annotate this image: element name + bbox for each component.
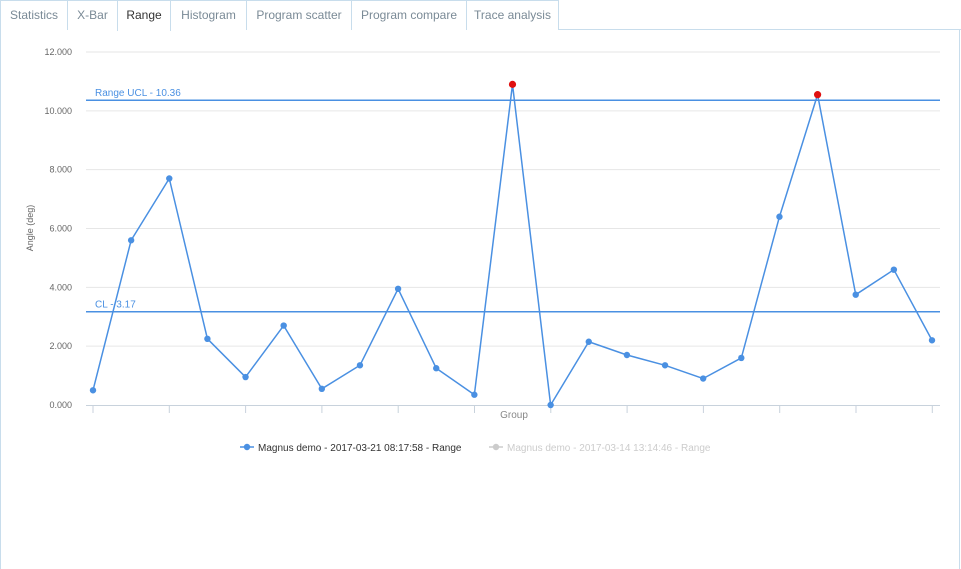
- data-point[interactable]: [928, 337, 936, 344]
- data-point[interactable]: [699, 375, 707, 382]
- data-point[interactable]: [547, 401, 554, 409]
- data-point[interactable]: [776, 213, 783, 220]
- data-point[interactable]: [127, 237, 135, 244]
- y-tick-label: 10.000: [44, 106, 72, 116]
- y-tick-label: 12.000: [44, 47, 72, 57]
- data-point[interactable]: [890, 266, 898, 273]
- legend-item-series-2[interactable]: Magnus demo - 2017-03-14 13:14:46 - Rang…: [507, 443, 711, 454]
- data-point[interactable]: [585, 338, 592, 345]
- data-point[interactable]: [394, 285, 402, 293]
- range-chart: 0.000 2.000 4.000 6.000 8.000 10.000 12.000 An…: [25, 47, 940, 454]
- data-point[interactable]: [623, 351, 631, 359]
- y-axis-label: Angle (deg): [25, 205, 35, 252]
- y-axis-ticks: 0.000 2.000 4.000 6.000 8.000 10.000 12.000: [44, 47, 72, 410]
- data-point[interactable]: [204, 335, 211, 343]
- data-point[interactable]: [242, 373, 249, 381]
- data-point[interactable]: [89, 387, 97, 394]
- y-tick-label: 4.000: [49, 282, 72, 292]
- grid-lines: [86, 51, 940, 347]
- y-tick-label: 6.000: [49, 224, 72, 234]
- legend-swatch-marker: [492, 443, 500, 451]
- legend: Magnus demo - 2017-03-21 08:17:58 - Rang…: [240, 443, 711, 454]
- y-tick-label: 0.000: [49, 400, 72, 410]
- y-tick-label: 2.000: [49, 341, 72, 351]
- legend-swatch-marker: [243, 443, 251, 451]
- control-lines: Range UCL - 10.36CL - 3.17: [86, 88, 940, 313]
- y-tick-label: 8.000: [49, 165, 72, 175]
- legend-item-series-1[interactable]: Magnus demo - 2017-03-21 08:17:58 - Rang…: [258, 443, 462, 454]
- data-point[interactable]: [852, 291, 859, 298]
- data-point[interactable]: [356, 362, 364, 369]
- x-axis-label: Group: [500, 410, 528, 421]
- data-point[interactable]: [433, 365, 440, 372]
- data-point[interactable]: [166, 175, 173, 182]
- out-of-control-point[interactable]: [508, 80, 517, 88]
- series-layer: [89, 80, 936, 409]
- out-of-control-point[interactable]: [813, 91, 822, 99]
- data-point[interactable]: [661, 362, 669, 369]
- series-line: [92, 83, 933, 406]
- data-point[interactable]: [738, 354, 745, 362]
- data-point[interactable]: [280, 322, 287, 329]
- data-point[interactable]: [318, 385, 326, 393]
- data-point[interactable]: [471, 391, 478, 398]
- control-line-label: Range UCL - 10.36: [95, 88, 181, 99]
